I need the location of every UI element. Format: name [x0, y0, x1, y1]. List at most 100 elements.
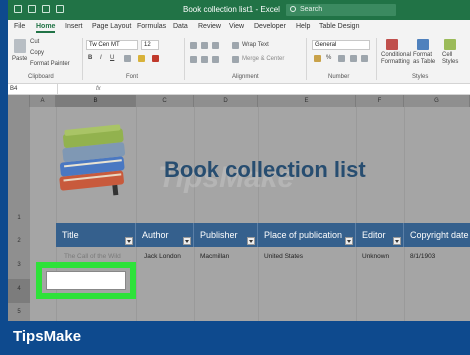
column-header[interactable]: B — [56, 95, 136, 107]
format-painter-button[interactable]: Format Painter — [30, 61, 70, 67]
table-header-cell[interactable]: Author — [136, 223, 194, 247]
table-header-cell[interactable]: Copyright date — [404, 223, 470, 247]
row-header[interactable]: 5 — [8, 309, 30, 315]
tab-review[interactable]: Review — [198, 23, 221, 30]
gridline — [356, 107, 357, 321]
header-label: Author — [142, 230, 169, 240]
tab-page-layout[interactable]: Page Layout — [92, 23, 131, 30]
divider — [82, 38, 83, 80]
currency-icon[interactable] — [314, 55, 321, 62]
row-header[interactable]: 1 — [8, 215, 30, 221]
table-header-cell[interactable]: Title — [56, 223, 136, 247]
search-icon — [290, 6, 296, 12]
filter-dropdown-icon[interactable] — [393, 237, 401, 245]
align-middle-icon[interactable] — [201, 42, 208, 49]
number-format-select[interactable]: General — [312, 40, 370, 50]
column-header[interactable]: C — [136, 95, 194, 107]
align-right-icon[interactable] — [212, 56, 219, 63]
column-headers: A B C D E F G — [8, 95, 470, 107]
tab-insert[interactable]: Insert — [65, 23, 83, 30]
number-group-label: Number — [328, 74, 350, 80]
conditional-formatting-icon — [386, 39, 398, 50]
font-color-icon[interactable] — [152, 55, 159, 62]
tab-file[interactable]: File — [14, 23, 25, 30]
cell-author[interactable]: Jack London — [144, 253, 181, 260]
align-top-icon[interactable] — [190, 42, 197, 49]
search-box[interactable]: Search — [286, 4, 396, 16]
cut-button[interactable]: Cut — [30, 39, 39, 45]
active-cell[interactable] — [46, 271, 126, 290]
autosave-icon[interactable] — [14, 5, 22, 13]
cell-copyright-date[interactable]: 8/1/1903 — [410, 253, 435, 260]
font-group-label: Font — [126, 74, 139, 80]
cell-place[interactable]: United States — [264, 253, 303, 260]
table-header-cell[interactable]: Publisher — [194, 223, 258, 247]
tab-view[interactable]: View — [229, 23, 244, 30]
fx-icon[interactable]: fx — [96, 84, 101, 94]
redo-icon[interactable] — [56, 5, 64, 13]
tab-help[interactable]: Help — [296, 23, 310, 30]
quick-access-toolbar — [14, 5, 64, 13]
tab-data[interactable]: Data — [173, 23, 188, 30]
ribbon-tabs: File Home Insert Page Layout Formulas Da… — [8, 20, 470, 34]
column-header[interactable]: E — [258, 95, 356, 107]
format-as-table-icon — [417, 39, 429, 50]
copy-button[interactable]: Copy — [30, 50, 44, 56]
underline-button[interactable]: U — [110, 55, 114, 61]
fill-color-icon[interactable] — [138, 55, 145, 62]
filter-dropdown-icon[interactable] — [345, 237, 353, 245]
name-box[interactable]: B4 — [8, 84, 58, 94]
italic-button[interactable]: I — [100, 55, 102, 61]
table-header-cell[interactable]: Place of publication — [258, 223, 356, 247]
cell-styles-icon — [444, 39, 456, 50]
row-header[interactable]: 4 — [8, 279, 30, 303]
cell-editor[interactable]: Unknown — [362, 253, 389, 260]
header-label: Copyright date — [410, 230, 469, 240]
row-header[interactable]: 2 — [8, 238, 30, 244]
filter-dropdown-icon[interactable] — [125, 237, 133, 245]
align-bottom-icon[interactable] — [212, 42, 219, 49]
increase-decimal-icon[interactable] — [350, 55, 357, 62]
wrap-text-button[interactable]: Wrap Text — [242, 42, 269, 48]
merge-center-button[interactable]: Merge & Center — [242, 56, 284, 62]
highlighted-cell-b4[interactable] — [36, 262, 136, 299]
title-bar: Book collection list1 - Excel Search — [8, 0, 470, 20]
save-icon[interactable] — [28, 5, 36, 13]
paste-button[interactable]: Paste — [12, 56, 27, 62]
align-center-icon[interactable] — [201, 56, 208, 63]
decrease-decimal-icon[interactable] — [361, 55, 368, 62]
conditional-formatting-button[interactable]: Conditional Formatting — [381, 52, 411, 66]
tab-table-design[interactable]: Table Design — [319, 23, 359, 30]
paste-icon[interactable] — [14, 39, 26, 53]
row-header[interactable]: 3 — [8, 262, 30, 268]
column-header[interactable]: D — [194, 95, 258, 107]
font-name-select[interactable]: Tw Cen MT — [86, 40, 138, 50]
search-placeholder: Search — [300, 6, 323, 13]
header-label: Editor — [362, 230, 386, 240]
select-all-corner[interactable] — [8, 95, 30, 107]
format-as-table-button[interactable]: Format as Table — [413, 52, 439, 66]
filter-dropdown-icon[interactable] — [247, 237, 255, 245]
cell-publisher[interactable]: Macmillan — [200, 253, 229, 260]
align-left-icon[interactable] — [190, 56, 197, 63]
column-header[interactable]: F — [356, 95, 404, 107]
tab-developer[interactable]: Developer — [254, 23, 286, 30]
gridline — [258, 107, 259, 321]
header-label: Place of publication — [264, 230, 343, 240]
table-header-cell[interactable]: Editor — [356, 223, 404, 247]
filter-dropdown-icon[interactable] — [183, 237, 191, 245]
cell-styles-button[interactable]: Cell Styles — [442, 52, 464, 66]
tutorial-frame: Book collection list1 - Excel Search Fil… — [0, 0, 470, 355]
column-header[interactable]: A — [30, 95, 56, 107]
borders-icon[interactable] — [124, 55, 131, 62]
undo-icon[interactable] — [42, 5, 50, 13]
column-header[interactable]: G — [404, 95, 470, 107]
clipboard-group-label: Clipboard — [28, 74, 54, 80]
divider — [306, 38, 307, 80]
bold-button[interactable]: B — [88, 55, 92, 61]
percent-button[interactable]: % — [326, 55, 331, 61]
comma-style-icon[interactable] — [338, 55, 345, 62]
font-size-select[interactable]: 12 — [141, 40, 159, 50]
tab-home[interactable]: Home — [36, 23, 56, 33]
tab-formulas[interactable]: Formulas — [137, 23, 166, 30]
